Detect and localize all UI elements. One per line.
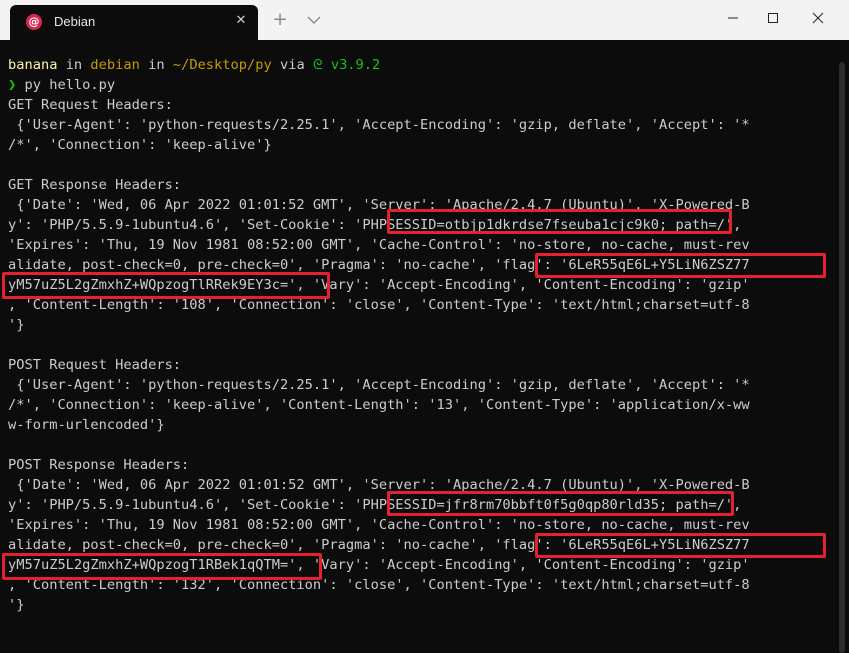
output-line: , 'Content-Length': '132', 'Connection':…	[8, 577, 750, 593]
title-bar: @ Debian ✕ +	[0, 0, 849, 40]
output-line: w-form-urlencoded'}	[8, 417, 165, 433]
maximize-icon	[768, 13, 778, 23]
output-line: alidate, post-check=0, pre-check=0', 'Pr…	[8, 537, 750, 553]
output-line: 'Expires': 'Thu, 19 Nov 1981 08:52:00 GM…	[8, 517, 750, 533]
output-line: GET Response Headers:	[8, 177, 182, 193]
prompt-in-2: in	[139, 57, 173, 73]
output-line: y': 'PHP/5.5.9-1ubuntu4.6', 'Set-Cookie'…	[8, 497, 742, 513]
close-icon	[812, 12, 824, 24]
terminal-window: @ Debian ✕ + banana in debian in ~/Deskt…	[0, 0, 849, 653]
output-line: {'User-Agent': 'python-requests/2.25.1',…	[8, 377, 750, 393]
scrollbar[interactable]	[836, 62, 849, 653]
chevron-down-icon[interactable]	[304, 10, 324, 30]
output-line: POST Request Headers:	[8, 357, 182, 373]
minimize-icon	[728, 17, 738, 19]
output-line: 'Expires': 'Thu, 19 Nov 1981 08:52:00 GM…	[8, 237, 750, 253]
output-line: yM57uZ5L2gZmxhZ+WQpzogT1RBek1qQTM=', 'Va…	[8, 557, 750, 573]
close-window-button[interactable]	[795, 0, 841, 36]
prompt-line: banana in debian in ~/Desktop/py via ᘓ v…	[8, 55, 380, 75]
command-text: py hello.py	[16, 77, 116, 93]
output-line: /*', 'Connection': 'keep-alive', 'Conten…	[8, 397, 750, 413]
output-line: , 'Content-Length': '108', 'Connection':…	[8, 297, 750, 313]
output-line: alidate, post-check=0, pre-check=0', 'Pr…	[8, 257, 750, 273]
prompt-python-version: v3.9.2	[330, 57, 381, 73]
prompt-in: in	[57, 57, 91, 73]
prompt-user: banana	[8, 57, 58, 73]
output-line: {'Date': 'Wed, 06 Apr 2022 01:01:52 GMT'…	[8, 477, 750, 493]
new-tab-icon[interactable]: +	[270, 10, 290, 30]
prompt-host: debian	[90, 57, 140, 73]
output-line: /*', 'Connection': 'keep-alive'}	[8, 137, 272, 153]
output-line: POST Response Headers:	[8, 457, 190, 473]
output-line: y': 'PHP/5.5.9-1ubuntu4.6', 'Set-Cookie'…	[8, 217, 742, 233]
prompt-via: via	[271, 57, 313, 73]
chevron-down-svg	[307, 16, 321, 24]
output-line: '}	[8, 317, 25, 333]
debian-swirl-icon: @	[26, 14, 42, 30]
close-tab-icon[interactable]: ✕	[232, 12, 250, 30]
scrollbar-thumb[interactable]	[839, 62, 845, 653]
output-line: {'Date': 'Wed, 06 Apr 2022 01:01:52 GMT'…	[8, 197, 750, 213]
output-line: yM57uZ5L2gZmxhZ+WQpzogTlRRek9EY3c=', 'Va…	[8, 277, 750, 293]
command-line: ❯ py hello.py	[8, 75, 115, 95]
maximize-button[interactable]	[750, 0, 796, 36]
python-snake-icon: ᘓ	[312, 57, 331, 73]
prompt-arrow-icon: ❯	[8, 77, 17, 93]
output-line: '}	[8, 597, 25, 613]
output-line: {'User-Agent': 'python-requests/2.25.1',…	[8, 117, 750, 133]
output-line: GET Request Headers:	[8, 97, 173, 113]
tab-debian[interactable]: @ Debian ✕	[10, 5, 258, 40]
tab-title: Debian	[54, 14, 96, 29]
terminal-output[interactable]: banana in debian in ~/Desktop/py via ᘓ v…	[0, 40, 834, 653]
prompt-path: ~/Desktop/py	[172, 57, 272, 73]
